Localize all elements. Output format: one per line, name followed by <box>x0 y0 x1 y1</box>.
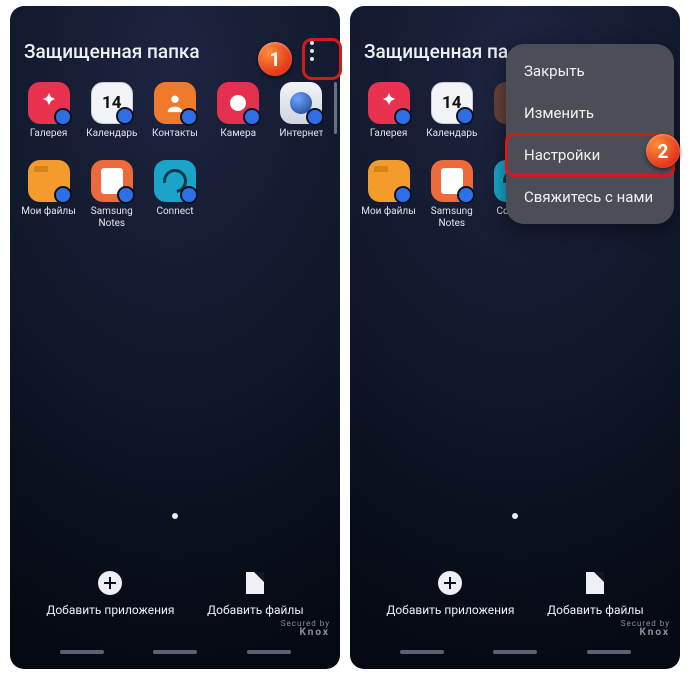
app-internet[interactable]: Интернет <box>271 82 332 156</box>
nav-home[interactable] <box>493 650 537 654</box>
knox-badge: Secured by Knox <box>281 619 330 637</box>
nav-recent[interactable] <box>60 650 104 654</box>
add-files-button[interactable]: Добавить файлы <box>207 569 304 617</box>
app-label: Интернет <box>279 128 323 140</box>
app-label: Мои файлы <box>361 206 416 218</box>
app-grid: Галерея 14 Календарь Контакты Камера Инт… <box>10 78 340 234</box>
menu-item-edit[interactable]: Изменить <box>506 92 674 134</box>
page-indicator <box>172 513 178 519</box>
app-samsung-notes[interactable]: Samsung Notes <box>421 160 482 234</box>
add-apps-button[interactable]: Добавить приложения <box>46 569 174 617</box>
callout-2: 2 <box>646 134 680 168</box>
folder-icon <box>28 160 70 202</box>
gallery-icon <box>368 82 410 124</box>
calendar-icon: 14 <box>91 82 133 124</box>
page-title: Защищенная па <box>364 40 508 63</box>
phone-screen-left: Защищенная папка Галерея 14 Календарь <box>10 6 340 669</box>
app-gallery[interactable]: Галерея <box>358 82 419 156</box>
file-icon <box>586 572 604 594</box>
app-label: Samsung Notes <box>82 206 142 230</box>
plus-circle-icon <box>438 571 462 595</box>
notes-icon <box>91 160 133 202</box>
app-my-files[interactable]: Мои файлы <box>358 160 419 234</box>
app-label: Connect <box>156 206 193 218</box>
nav-back[interactable] <box>247 650 291 654</box>
knox-badge: Secured by Knox <box>621 619 670 637</box>
add-apps-button[interactable]: Добавить приложения <box>386 569 514 617</box>
app-label: Галерея <box>370 128 407 140</box>
connect-icon <box>154 160 196 202</box>
plus-circle-icon <box>98 571 122 595</box>
calendar-icon: 14 <box>431 82 473 124</box>
scrollbar[interactable] <box>334 82 337 134</box>
app-label: Календарь <box>426 128 477 140</box>
contacts-icon <box>154 82 196 124</box>
folder-icon <box>368 160 410 202</box>
app-calendar[interactable]: 14 Календарь <box>81 82 142 156</box>
action-label: Добавить файлы <box>207 603 304 617</box>
action-label: Добавить приложения <box>386 603 514 617</box>
nav-recent[interactable] <box>400 650 444 654</box>
app-my-files[interactable]: Мои файлы <box>18 160 79 234</box>
app-label: Мои файлы <box>21 206 76 218</box>
nav-bar <box>350 641 680 663</box>
highlight-more-button <box>302 38 342 80</box>
menu-item-contact-us[interactable]: Свяжитесь с нами <box>506 176 674 218</box>
nav-home[interactable] <box>153 650 197 654</box>
app-connect[interactable]: Connect <box>144 160 205 234</box>
add-files-button[interactable]: Добавить файлы <box>547 569 644 617</box>
notes-icon <box>431 160 473 202</box>
app-calendar[interactable]: 14 Календарь <box>421 82 482 156</box>
nav-bar <box>10 641 340 663</box>
page-title: Защищенная папка <box>24 40 200 63</box>
app-label: Контакты <box>152 128 198 140</box>
gallery-icon <box>28 82 70 124</box>
app-label: Samsung Notes <box>422 206 482 230</box>
action-label: Добавить файлы <box>547 603 644 617</box>
globe-icon <box>280 82 322 124</box>
app-samsung-notes[interactable]: Samsung Notes <box>81 160 142 234</box>
callout-1: 1 <box>258 42 292 76</box>
overflow-menu: Закрыть Изменить Настройки Свяжитесь с н… <box>506 44 674 224</box>
file-icon <box>246 572 264 594</box>
app-contacts[interactable]: Контакты <box>144 82 205 156</box>
phone-screen-right: Защищенная па Галерея 14 Календарь Мои ф… <box>350 6 680 669</box>
menu-item-close[interactable]: Закрыть <box>506 50 674 92</box>
app-gallery[interactable]: Галерея <box>18 82 79 156</box>
nav-back[interactable] <box>587 650 631 654</box>
page-indicator <box>512 513 518 519</box>
app-camera[interactable]: Камера <box>208 82 269 156</box>
camera-icon <box>217 82 259 124</box>
action-label: Добавить приложения <box>46 603 174 617</box>
app-label: Камера <box>220 128 256 140</box>
app-label: Галерея <box>30 128 67 140</box>
app-label: Календарь <box>86 128 137 140</box>
